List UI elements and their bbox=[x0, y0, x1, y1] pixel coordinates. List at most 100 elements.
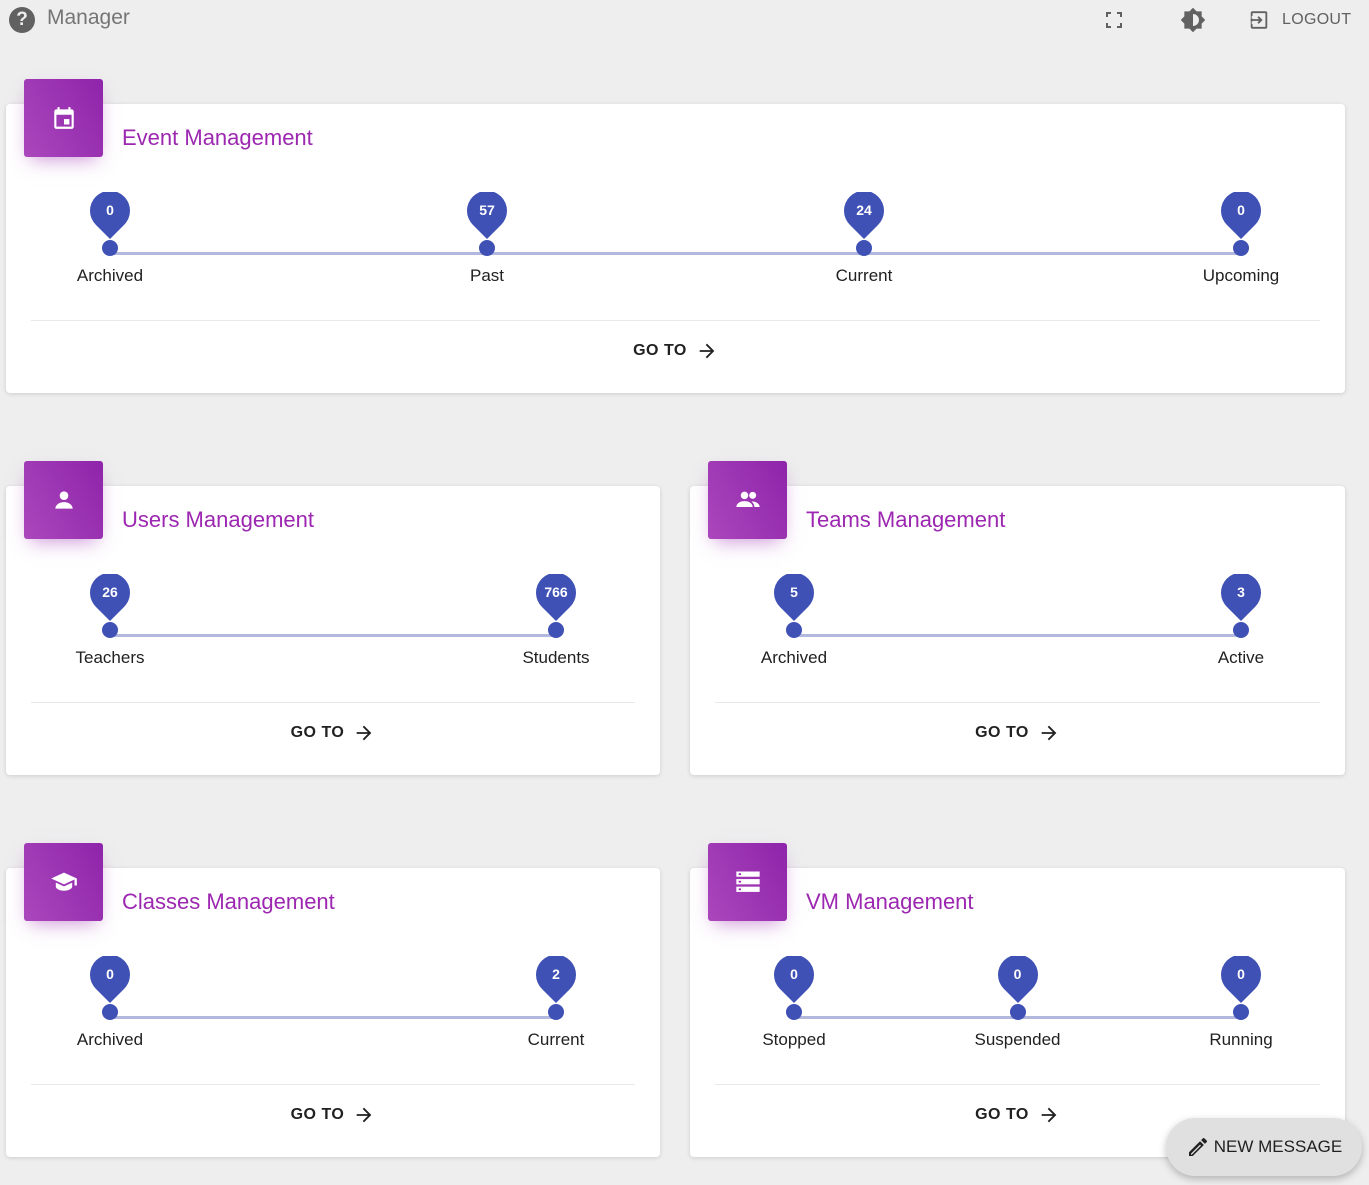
top-bar: ? Manager LOGOUT bbox=[0, 0, 1369, 40]
stepper-step: 0 Upcoming bbox=[1181, 192, 1301, 286]
stepper-step: 0 Suspended bbox=[958, 956, 1078, 1050]
status-stepper: 0 Stopped 0 Suspended 0 Running bbox=[690, 956, 1345, 1066]
step-label: Current bbox=[527, 1030, 585, 1049]
step-label: Active bbox=[1217, 648, 1265, 667]
step-value: 5 bbox=[790, 584, 798, 600]
step-dot bbox=[479, 240, 495, 256]
status-stepper: 5 Archived 3 Active bbox=[690, 574, 1345, 684]
goto-label: GO TO bbox=[975, 1106, 1029, 1123]
classes-management-card: Classes Management 0 Archived 2 Current GO … bbox=[6, 843, 660, 1157]
value-pin: 0 bbox=[90, 956, 130, 1003]
stepper-track bbox=[794, 634, 1241, 637]
step-value: 0 bbox=[106, 202, 114, 218]
users-management-card: Users Management 26 Teachers 766 Students G… bbox=[6, 461, 660, 775]
step-dot bbox=[548, 1004, 564, 1020]
goto-label: GO TO bbox=[633, 342, 687, 359]
step-value: 26 bbox=[102, 584, 118, 600]
logout-icon bbox=[1250, 11, 1268, 29]
goto-button[interactable]: GO TO bbox=[690, 722, 1345, 744]
status-stepper: 0 Archived 57 Past 24 Current 0 Upcoming bbox=[6, 192, 1345, 302]
goto-label: GO TO bbox=[975, 724, 1029, 741]
school-icon bbox=[50, 872, 77, 891]
new-message-label: NEW MESSAGE bbox=[1213, 1137, 1343, 1156]
server-icon bbox=[735, 871, 760, 892]
step-value: 0 bbox=[1013, 966, 1022, 982]
divider bbox=[31, 702, 635, 703]
step-value: 0 bbox=[106, 966, 114, 982]
fullscreen-icon bbox=[1106, 12, 1122, 28]
fullscreen-button[interactable] bbox=[1102, 6, 1126, 34]
step-dot bbox=[1233, 622, 1249, 638]
step-dot bbox=[548, 622, 564, 638]
value-pin: 766 bbox=[536, 574, 576, 621]
step-label: Students bbox=[522, 648, 590, 667]
app-title: Manager bbox=[47, 6, 130, 29]
card-title: Classes Management bbox=[122, 889, 335, 914]
goto-button[interactable]: GO TO bbox=[6, 340, 1345, 362]
goto-label: GO TO bbox=[290, 724, 345, 741]
card-icon-badge bbox=[708, 461, 787, 539]
card-title: Users Management bbox=[122, 507, 314, 532]
value-pin: 3 bbox=[1221, 574, 1261, 621]
step-label: Upcoming bbox=[1202, 266, 1280, 285]
stepper-step: 26 Teachers bbox=[50, 574, 170, 668]
divider bbox=[715, 1084, 1320, 1085]
step-label: Current bbox=[835, 266, 893, 285]
step-dot bbox=[102, 1004, 118, 1020]
stepper-step: 24 Current bbox=[804, 192, 924, 286]
goto-button[interactable]: GO TO bbox=[6, 1104, 660, 1126]
step-label: Stopped bbox=[762, 1030, 826, 1049]
stepper-step: 5 Archived bbox=[734, 574, 854, 668]
arrow-right-icon bbox=[1038, 1104, 1060, 1126]
arrow-right-icon bbox=[1038, 722, 1060, 744]
step-dot bbox=[102, 240, 118, 256]
brightness-icon bbox=[1180, 7, 1206, 33]
new-message-button[interactable]: NEW MESSAGE bbox=[1166, 1118, 1362, 1176]
step-label: Suspended bbox=[974, 1030, 1061, 1049]
stepper-step: 0 Running bbox=[1181, 956, 1301, 1050]
logout-label: LOGOUT bbox=[1282, 11, 1352, 28]
value-pin: 0 bbox=[90, 192, 130, 239]
card-title: Teams Management bbox=[806, 507, 1006, 532]
step-dot bbox=[1233, 1004, 1249, 1020]
event-management-card: Event Management 0 Archived 57 Past 24 Curren… bbox=[6, 79, 1345, 393]
stepper-step: 0 Stopped bbox=[734, 956, 854, 1050]
stepper-track bbox=[110, 252, 1241, 255]
value-pin: 57 bbox=[467, 192, 507, 239]
status-stepper: 26 Teachers 766 Students bbox=[6, 574, 660, 684]
step-label: Archived bbox=[76, 1030, 144, 1049]
step-value: 2 bbox=[552, 966, 560, 982]
value-pin: 2 bbox=[536, 956, 576, 1003]
goto-button[interactable]: GO TO bbox=[6, 722, 660, 744]
stepper-step: 57 Past bbox=[427, 192, 547, 286]
stepper-step: 2 Current bbox=[496, 956, 616, 1050]
logout-button[interactable]: LOGOUT bbox=[1248, 6, 1351, 34]
card-icon-badge bbox=[708, 843, 787, 921]
step-value: 0 bbox=[790, 966, 798, 982]
step-dot bbox=[856, 240, 872, 256]
value-pin: 0 bbox=[1221, 956, 1261, 1003]
step-value: 3 bbox=[1237, 584, 1245, 600]
people-icon bbox=[735, 491, 760, 507]
step-label: Archived bbox=[76, 266, 144, 285]
card-icon-badge bbox=[24, 461, 103, 539]
theme-toggle-button[interactable] bbox=[1180, 6, 1206, 34]
teams-management-card: Teams Management 5 Archived 3 Active GO TO bbox=[690, 461, 1345, 775]
step-dot bbox=[1009, 1004, 1026, 1020]
stepper-step: 766 Students bbox=[496, 574, 616, 668]
arrow-right-icon bbox=[696, 340, 718, 362]
vm-management-card: VM Management 0 Stopped 0 Suspended 0 Running… bbox=[690, 843, 1345, 1157]
step-value: 766 bbox=[544, 584, 568, 600]
card-title: VM Management bbox=[806, 889, 974, 914]
stepper-track bbox=[110, 634, 556, 637]
value-pin: 5 bbox=[774, 574, 814, 621]
help-circle-icon[interactable]: ? bbox=[9, 7, 35, 33]
step-dot bbox=[786, 622, 802, 638]
status-stepper: 0 Archived 2 Current bbox=[6, 956, 660, 1066]
step-value: 0 bbox=[1237, 966, 1245, 982]
card-title: Event Management bbox=[122, 125, 313, 150]
card-icon-badge bbox=[24, 79, 103, 157]
divider bbox=[715, 702, 1320, 703]
value-pin: 24 bbox=[844, 192, 884, 239]
value-pin: 0 bbox=[1221, 192, 1261, 239]
